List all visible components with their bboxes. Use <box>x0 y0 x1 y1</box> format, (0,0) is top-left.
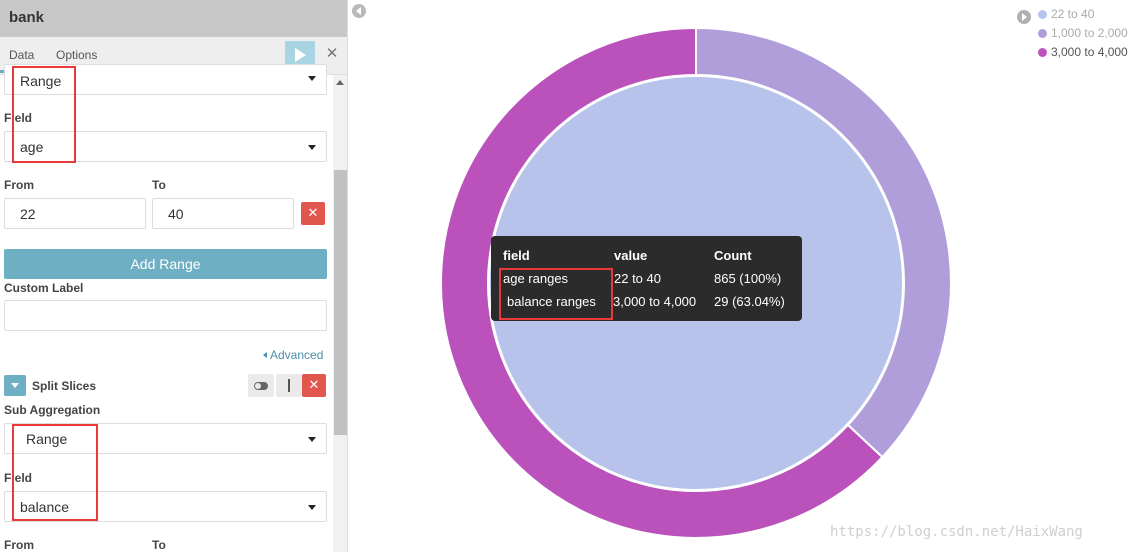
legend-color-dot <box>1038 48 1047 57</box>
chart-tooltip: field value Count age ranges 22 to 40 86… <box>491 236 802 321</box>
chevron-right-icon <box>1022 13 1027 21</box>
tooltip-row-value: 3,000 to 4,000 <box>613 294 697 309</box>
legend-item[interactable]: 1,000 to 2,000 <box>1038 26 1128 40</box>
legend-item[interactable]: 3,000 to 4,000 <box>1038 45 1128 59</box>
watermark: https://blog.csdn.net/HaixWang <box>830 524 1083 540</box>
tooltip-header-value: value <box>614 248 648 263</box>
tooltip-row-count: 865 (100%) <box>714 271 782 286</box>
legend-item[interactable]: 22 to 40 <box>1038 7 1094 21</box>
tooltip-row-value: 22 to 40 <box>614 271 661 286</box>
legend-color-dot <box>1038 10 1047 19</box>
legend-label: 1,000 to 2,000 <box>1051 26 1128 40</box>
tooltip-header-count: Count <box>714 248 752 263</box>
tooltip-row-count: 29 (63.04%) <box>714 294 785 309</box>
legend-color-dot <box>1038 29 1047 38</box>
legend-label: 22 to 40 <box>1051 7 1095 21</box>
annotation-box-tooltip <box>499 268 613 320</box>
legend-label: 3,000 to 4,000 <box>1051 45 1128 59</box>
tooltip-header-field: field <box>503 248 530 263</box>
legend-toggle-button[interactable] <box>1017 10 1031 24</box>
